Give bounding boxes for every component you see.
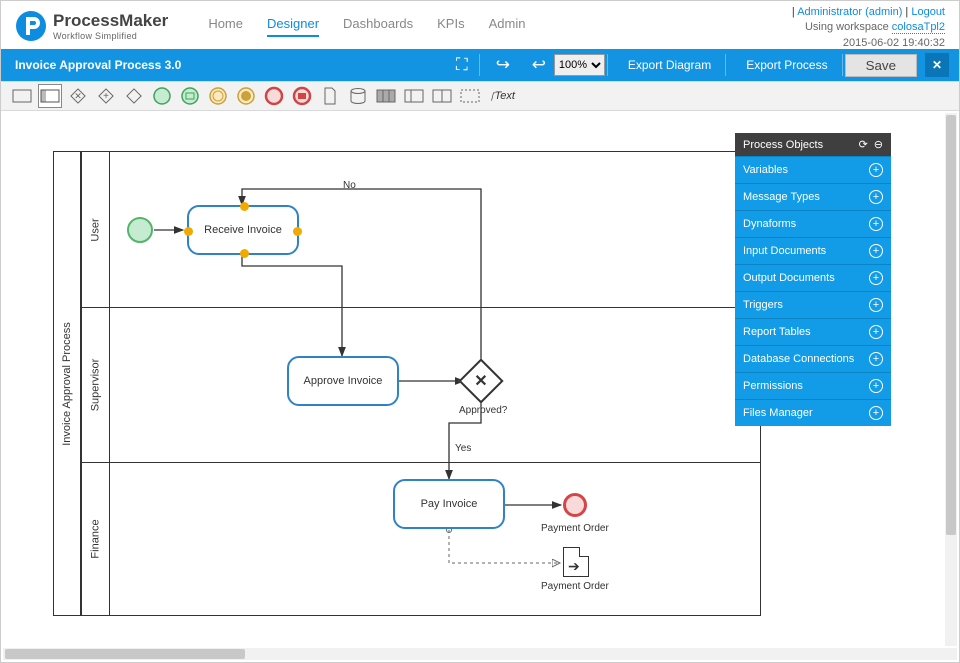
end-event-icon[interactable] (263, 85, 285, 107)
edge-label-no: No (343, 180, 356, 191)
close-icon[interactable]: ✕ (925, 53, 949, 77)
logo-icon (15, 10, 47, 42)
panel-item-variables[interactable]: Variables+ (735, 156, 891, 183)
task-receive-invoice[interactable]: Receive Invoice (187, 205, 299, 255)
panel-item-triggers[interactable]: Triggers+ (735, 291, 891, 318)
start-event-icon[interactable] (151, 85, 173, 107)
add-icon[interactable]: + (869, 217, 883, 231)
lane-header-supervisor[interactable]: Supervisor (82, 307, 110, 462)
add-icon[interactable]: + (869, 163, 883, 177)
horizontal-scrollbar[interactable] (3, 648, 957, 660)
svg-text:+: + (103, 91, 109, 102)
task-approve-invoice[interactable]: Approve Invoice (287, 356, 399, 406)
data-store-icon[interactable] (347, 85, 369, 107)
app-header: ProcessMaker Workflow Simplified Home De… (1, 1, 959, 49)
task-label: Approve Invoice (304, 375, 383, 387)
workspace-name[interactable]: colosaTpl2 (892, 21, 945, 34)
collapse-icon[interactable]: ⊖ (874, 138, 883, 151)
timestamp: 2015-06-02 19:40:32 (792, 36, 945, 51)
nav-kpis[interactable]: KPIs (437, 16, 464, 37)
user-link[interactable]: Administrator (admin) (797, 6, 902, 18)
pool-title: Invoice Approval Process (61, 322, 73, 446)
panel-title: Process Objects (743, 139, 823, 151)
panel-item-input-documents[interactable]: Input Documents+ (735, 237, 891, 264)
data-object-label: Payment Order (541, 581, 609, 592)
add-icon[interactable]: + (869, 406, 883, 420)
gateway-exclusive-icon[interactable]: ✕ (67, 85, 89, 107)
start-event[interactable] (127, 217, 153, 243)
group-tool-icon[interactable] (459, 85, 481, 107)
add-icon[interactable]: + (869, 271, 883, 285)
brand-name: ProcessMaker (53, 11, 168, 31)
lane-header-finance[interactable]: Finance (82, 462, 110, 616)
export-process-button[interactable]: Export Process (734, 53, 839, 77)
task-label: Receive Invoice (204, 224, 282, 236)
brand-logo: ProcessMaker Workflow Simplified (15, 10, 168, 42)
add-icon[interactable]: + (869, 190, 883, 204)
refresh-icon[interactable]: ⟳ (859, 138, 868, 151)
gateway-label: Approved? (459, 405, 507, 416)
end-message-event-icon[interactable] (291, 85, 313, 107)
gateway-approved[interactable]: ✕ (465, 365, 497, 397)
redo-icon[interactable]: ↪ (488, 53, 518, 77)
shape-palette: ✕ + ⎡Text (1, 81, 959, 111)
vertical-scrollbar[interactable] (945, 113, 957, 646)
zoom-select[interactable]: 100% (554, 54, 605, 76)
swimlane-3col-icon[interactable] (375, 85, 397, 107)
intermediate-message-event-icon[interactable] (235, 85, 257, 107)
save-button[interactable]: Save (845, 54, 917, 77)
fullscreen-icon[interactable]: ⛶ (447, 53, 477, 77)
text-tool[interactable]: ⎡Text (487, 90, 519, 102)
scrollbar-thumb[interactable] (5, 649, 245, 659)
end-event[interactable] (563, 493, 587, 517)
process-objects-panel: Process Objects ⟳ ⊖ Variables+ Message T… (735, 133, 891, 426)
brand-tagline: Workflow Simplified (53, 31, 168, 41)
nav-admin[interactable]: Admin (489, 16, 526, 37)
pool-header[interactable]: Invoice Approval Process (53, 151, 81, 616)
workspace-label: Using workspace (805, 21, 892, 33)
data-object-icon[interactable] (319, 85, 341, 107)
task-pay-invoice[interactable]: Pay Invoice (393, 479, 505, 529)
undo-icon[interactable]: ↩ (524, 53, 554, 77)
action-bar: Invoice Approval Process 3.0 ⛶ ↪ ↩ 100% … (1, 49, 959, 81)
lane-header-user[interactable]: User (82, 152, 110, 307)
start-message-event-icon[interactable] (179, 85, 201, 107)
add-icon[interactable]: + (869, 244, 883, 258)
panel-item-output-documents[interactable]: Output Documents+ (735, 264, 891, 291)
logout-link[interactable]: Logout (911, 6, 945, 18)
swimlane-2col-icon[interactable] (403, 85, 425, 107)
lanes-container: User Supervisor Finance (81, 151, 761, 616)
nav-home[interactable]: Home (208, 16, 243, 37)
data-object-payment-order[interactable]: ➔ (563, 547, 589, 577)
nav-designer[interactable]: Designer (267, 16, 319, 37)
swimlane-split-icon[interactable] (431, 85, 453, 107)
main-nav: Home Designer Dashboards KPIs Admin (208, 16, 525, 37)
add-icon[interactable]: + (869, 298, 883, 312)
header-right: | Administrator (admin) | Logout Using w… (792, 5, 945, 51)
nav-dashboards[interactable]: Dashboards (343, 16, 413, 37)
add-icon[interactable]: + (869, 325, 883, 339)
panel-header: Process Objects ⟳ ⊖ (735, 133, 891, 156)
add-icon[interactable]: + (869, 379, 883, 393)
panel-item-dynaforms[interactable]: Dynaforms+ (735, 210, 891, 237)
panel-item-files-manager[interactable]: Files Manager+ (735, 399, 891, 426)
panel-item-message-types[interactable]: Message Types+ (735, 183, 891, 210)
add-icon[interactable]: + (869, 352, 883, 366)
scrollbar-thumb[interactable] (946, 115, 956, 535)
panel-item-report-tables[interactable]: Report Tables+ (735, 318, 891, 345)
task-label: Pay Invoice (421, 498, 478, 510)
process-title: Invoice Approval Process 3.0 (11, 58, 441, 72)
gateway-parallel-icon[interactable]: + (95, 85, 117, 107)
panel-item-database-connections[interactable]: Database Connections+ (735, 345, 891, 372)
edge-label-yes: Yes (455, 443, 471, 454)
lane-tool-icon[interactable] (39, 85, 61, 107)
intermediate-event-icon[interactable] (207, 85, 229, 107)
export-diagram-button[interactable]: Export Diagram (616, 53, 723, 77)
panel-item-permissions[interactable]: Permissions+ (735, 372, 891, 399)
svg-text:✕: ✕ (74, 91, 82, 101)
gateway-plain-icon[interactable] (123, 85, 145, 107)
designer-canvas[interactable]: Invoice Approval Process User Supervisor… (1, 111, 959, 648)
end-event-label: Payment Order (541, 523, 609, 534)
pool-tool-icon[interactable] (11, 85, 33, 107)
